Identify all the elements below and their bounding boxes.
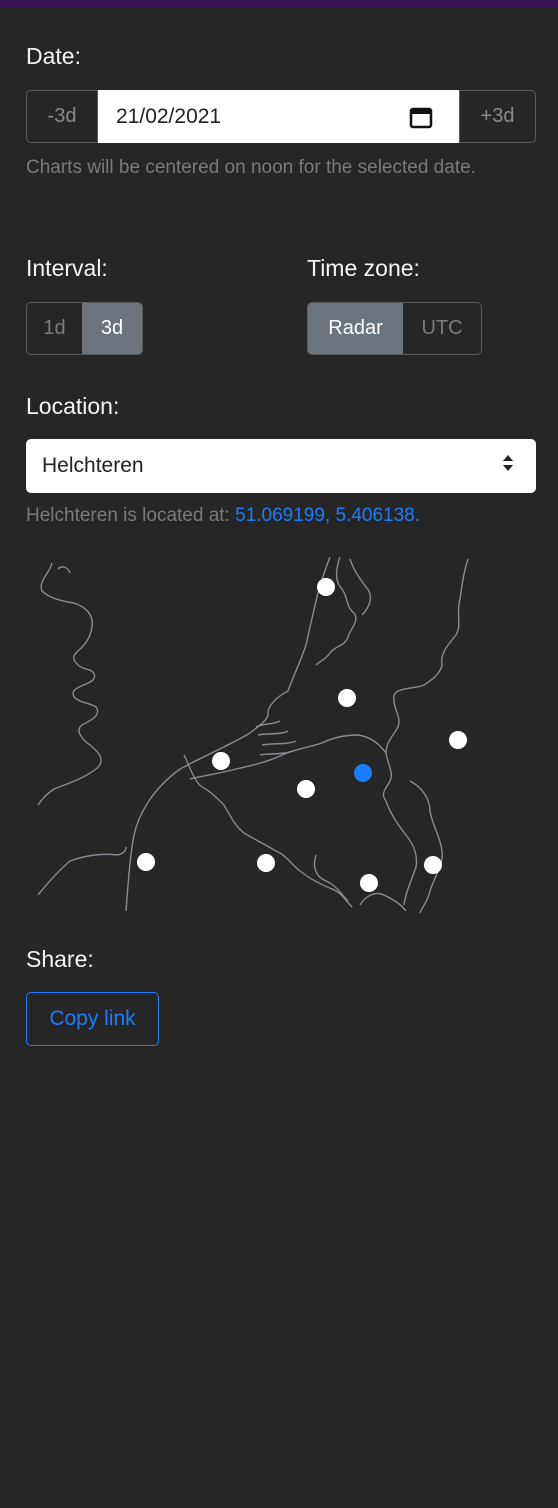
- select-arrows-icon: [502, 454, 514, 478]
- date-value: 21/02/2021: [116, 104, 222, 128]
- calendar-icon[interactable]: [409, 105, 433, 129]
- radar-marker[interactable]: [317, 578, 335, 596]
- top-accent-bar: [0, 0, 558, 8]
- radar-marker[interactable]: [424, 856, 442, 874]
- timezone-label: Time zone:: [307, 255, 420, 281]
- date-input[interactable]: 21/02/2021: [98, 90, 459, 143]
- date-hint: Charts will be centered on noon for the …: [26, 157, 476, 178]
- map-borders: [37, 556, 469, 914]
- location-info: Helchteren is located at: 51.069199, 5.4…: [26, 505, 420, 527]
- timezone-toggle: Radar UTC: [307, 302, 482, 355]
- radar-marker[interactable]: [257, 854, 275, 872]
- radar-marker[interactable]: [297, 780, 315, 798]
- radar-marker[interactable]: [212, 752, 230, 770]
- share-label: Share:: [26, 946, 94, 972]
- minus-3d-button[interactable]: -3d: [26, 90, 98, 143]
- location-label: Location:: [26, 393, 120, 419]
- interval-1d-button[interactable]: 1d: [27, 303, 82, 354]
- interval-3d-button[interactable]: 3d: [82, 303, 142, 354]
- location-select-value: Helchteren: [42, 454, 144, 477]
- radar-marker[interactable]: [137, 853, 155, 871]
- radar-marker[interactable]: [449, 731, 467, 749]
- radar-marker[interactable]: [360, 874, 378, 892]
- interval-label: Interval:: [26, 255, 108, 281]
- location-coords-link[interactable]: 51.069199, 5.406138.: [235, 505, 420, 526]
- radar-marker[interactable]: [338, 689, 356, 707]
- location-select[interactable]: Helchteren: [26, 439, 536, 493]
- plus-3d-button[interactable]: +3d: [459, 90, 536, 143]
- date-control: -3d 21/02/2021 +3d: [26, 90, 536, 143]
- date-label: Date:: [26, 43, 81, 69]
- interval-toggle: 1d 3d: [26, 302, 143, 355]
- location-info-prefix: Helchteren is located at:: [26, 505, 236, 526]
- timezone-utc-button[interactable]: UTC: [403, 303, 481, 354]
- radar-map: [37, 556, 469, 914]
- radar-markers: [137, 578, 467, 892]
- copy-link-button[interactable]: Copy link: [26, 992, 159, 1046]
- selected-radar-marker-helchteren[interactable]: [354, 764, 372, 782]
- timezone-radar-button[interactable]: Radar: [308, 303, 403, 354]
